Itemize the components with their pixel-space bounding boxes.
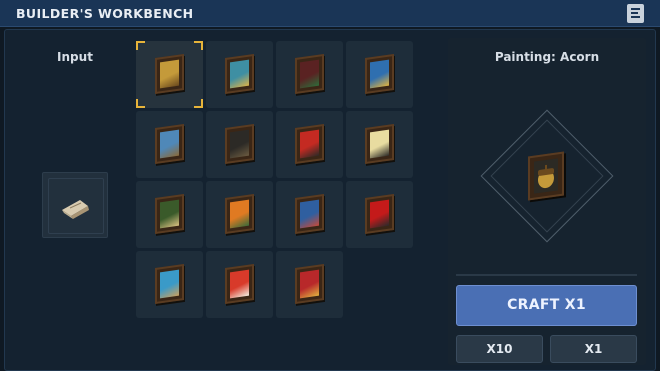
painting-icon	[225, 193, 254, 235]
recipe-slot[interactable]	[346, 181, 413, 248]
painting-icon	[225, 53, 254, 95]
divider	[456, 274, 637, 276]
recipe-slot[interactable]	[136, 41, 203, 108]
painting-icon	[295, 53, 324, 95]
input-slot[interactable]	[42, 172, 108, 238]
quantity-x1-button[interactable]: X1	[550, 335, 637, 363]
painting-acorn-icon	[528, 151, 564, 201]
painting-icon	[295, 123, 324, 165]
preview-panel: Painting: Acorn CRAFT X1 X10 X1	[448, 38, 646, 365]
selection-corner	[194, 99, 203, 108]
painting-icon	[295, 193, 324, 235]
input-label: Input	[57, 50, 93, 64]
recipe-slot[interactable]	[276, 41, 343, 108]
recipe-slot[interactable]	[346, 41, 413, 108]
painting-icon	[225, 123, 254, 165]
painting-icon	[295, 263, 324, 305]
selection-corner	[136, 99, 145, 108]
recipe-slot[interactable]	[346, 111, 413, 178]
painting-icon	[225, 263, 254, 305]
recipe-slot[interactable]	[206, 251, 273, 318]
painting-icon	[155, 263, 184, 305]
selection-corner	[136, 41, 145, 50]
painting-acorn-icon	[155, 53, 184, 95]
recipe-slot[interactable]	[206, 41, 273, 108]
painting-icon	[155, 123, 184, 165]
recipe-slot[interactable]	[136, 251, 203, 318]
painting-icon	[365, 123, 394, 165]
recipe-slot[interactable]	[276, 111, 343, 178]
recipe-slot[interactable]	[136, 111, 203, 178]
quantity-x10-button[interactable]: X10	[456, 335, 543, 363]
recipe-slot[interactable]	[206, 111, 273, 178]
recipe-slot[interactable]	[276, 251, 343, 318]
list-icon[interactable]	[627, 4, 644, 23]
selection-corner	[194, 41, 203, 50]
window-title: BUILDER'S WORKBENCH	[16, 6, 194, 21]
recipe-slot[interactable]	[276, 181, 343, 248]
recipe-slot[interactable]	[136, 181, 203, 248]
painting-icon	[155, 193, 184, 235]
craft-button[interactable]: CRAFT X1	[456, 285, 637, 326]
recipe-slot[interactable]	[206, 181, 273, 248]
painting-icon	[365, 53, 394, 95]
painting-icon	[365, 193, 394, 235]
titlebar: BUILDER'S WORKBENCH	[0, 0, 660, 27]
preview-title: Painting: Acorn	[494, 50, 600, 64]
input-panel: Input	[10, 38, 130, 365]
scroll-paper-icon	[62, 200, 89, 219]
